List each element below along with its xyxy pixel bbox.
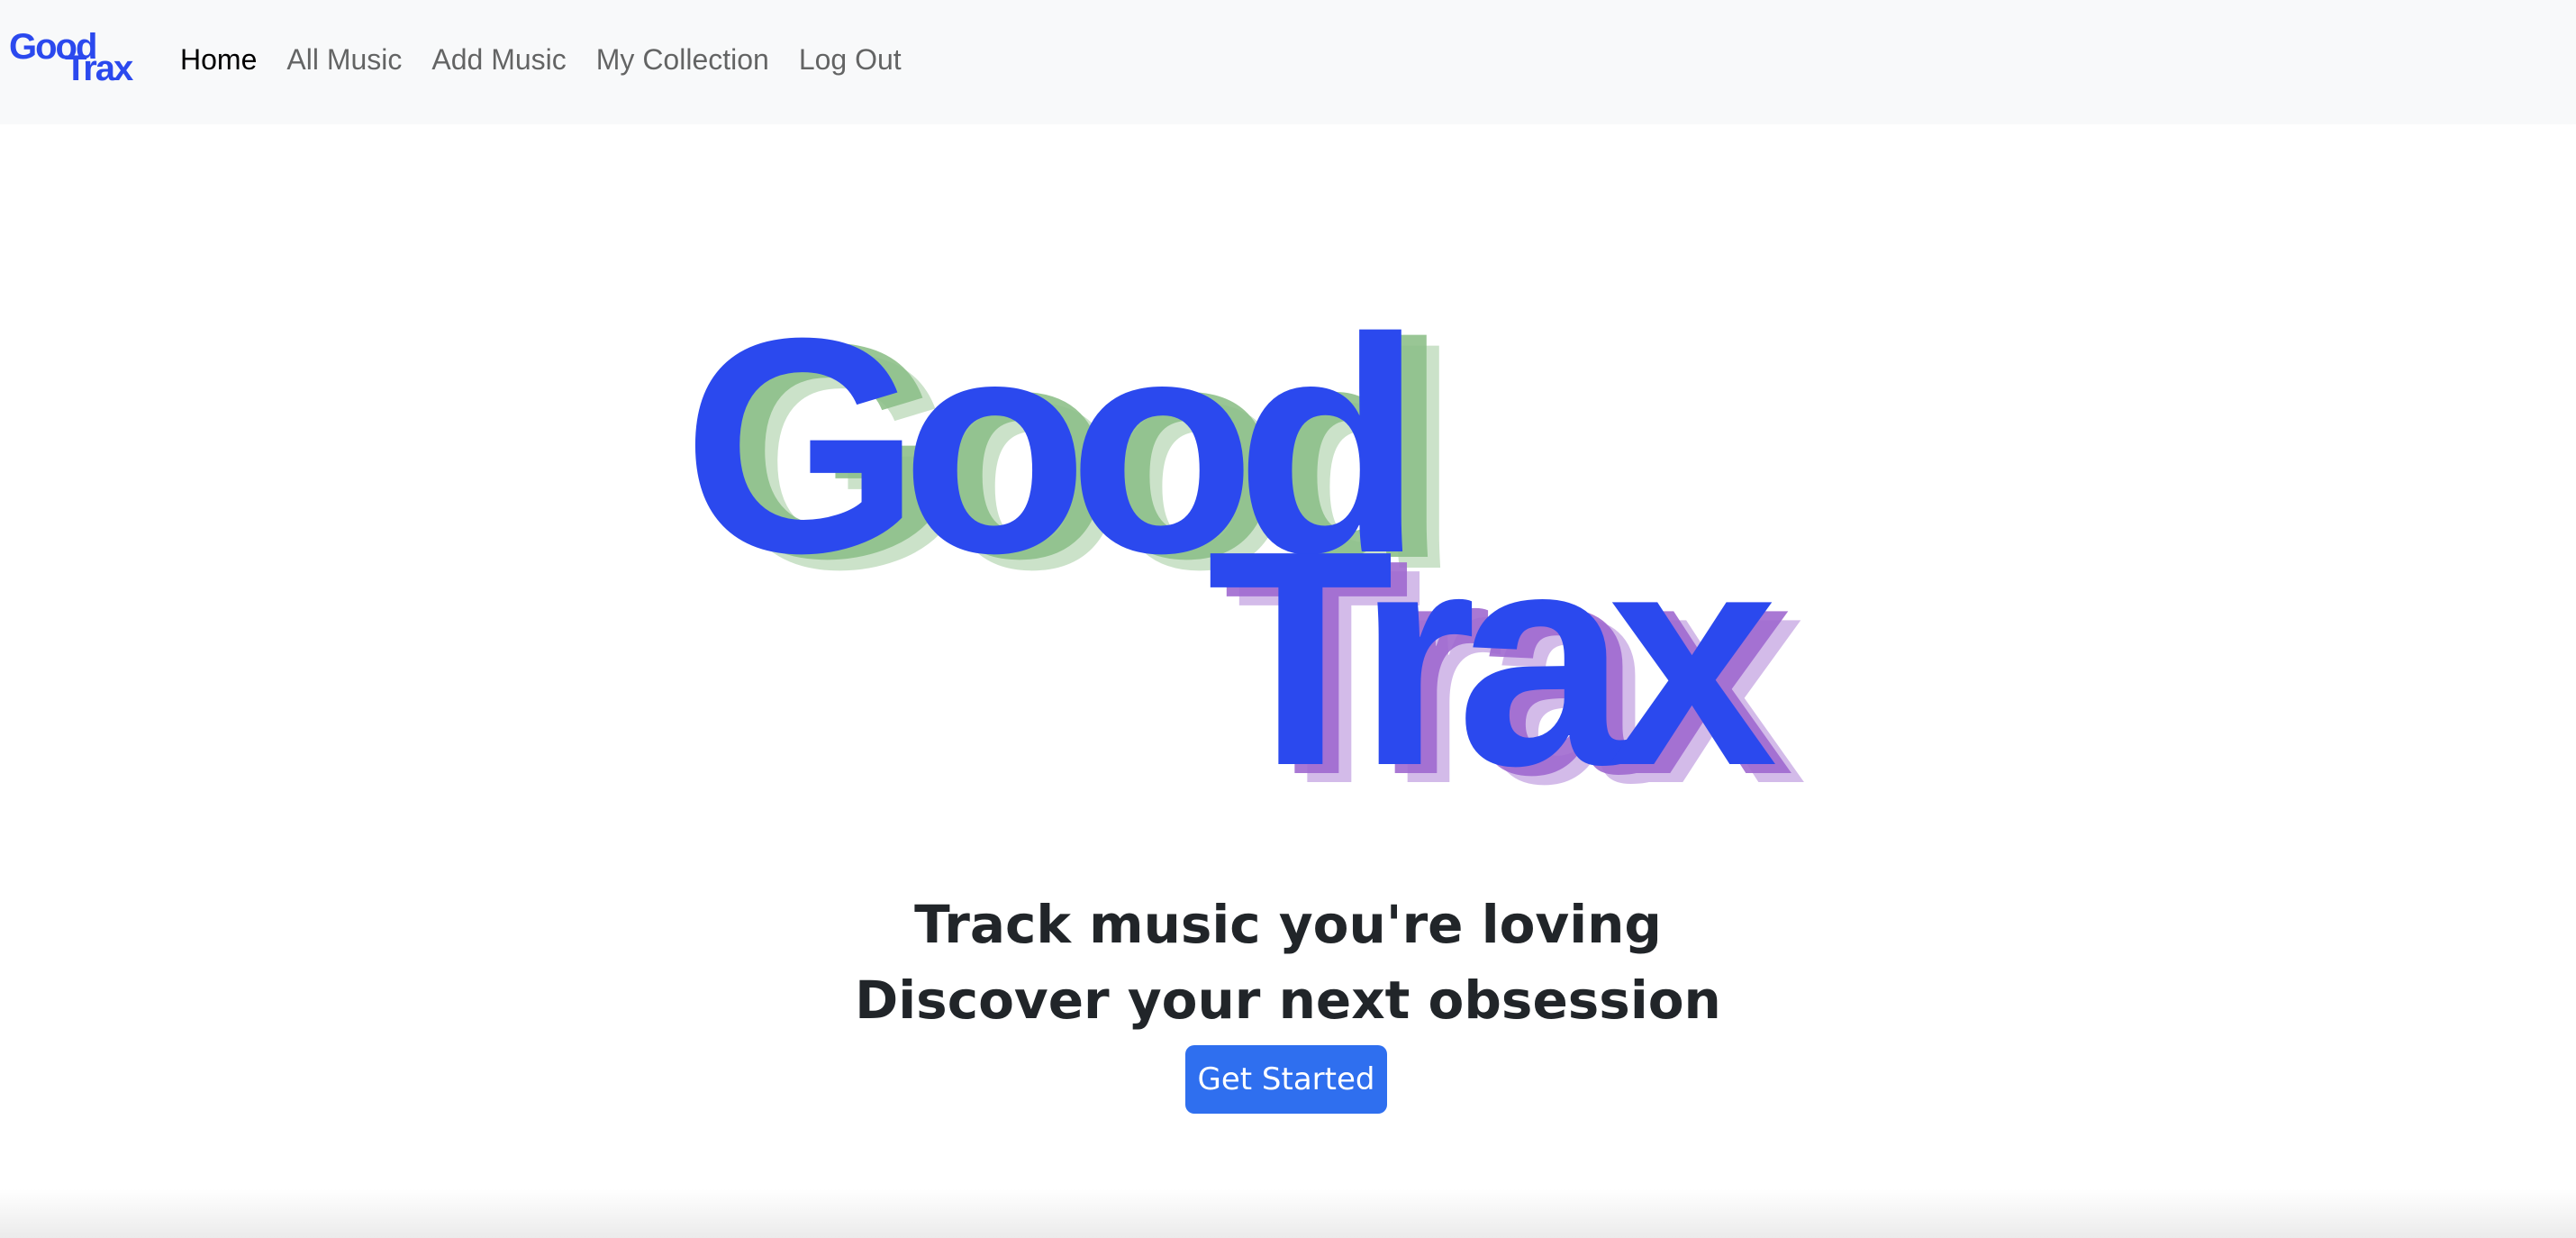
hero-tagline-line-1: Track music you're loving: [914, 894, 1662, 955]
hero-tagline-line-2: Discover your next obsession: [855, 969, 1721, 1031]
get-started-button[interactable]: Get Started: [1185, 1045, 1387, 1114]
hero-word-trax: Trax: [1207, 487, 1780, 811]
hero-logo: Good Good Good Trax Trax Trax: [0, 0, 2576, 811]
page-bottom-shadow: [0, 1189, 2576, 1238]
hero-logo-svg: Good Good Good Trax Trax Trax: [683, 275, 1828, 811]
